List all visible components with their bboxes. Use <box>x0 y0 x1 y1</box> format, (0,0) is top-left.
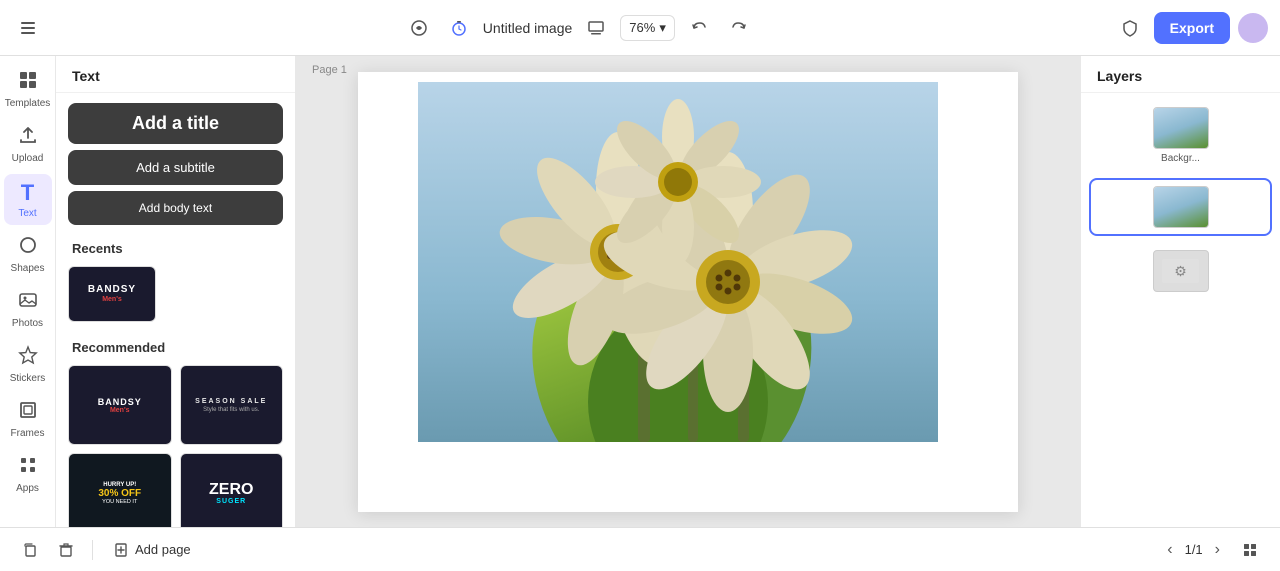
sidebar-item-apps[interactable]: Apps <box>4 449 52 500</box>
toolbar: Untitled image 76% ▾ <box>0 0 1280 56</box>
bottom-bar: Add page ‹ 1/1 › <box>0 527 1280 571</box>
templates-label: Templates <box>5 98 51 109</box>
canvas-image[interactable] <box>418 82 938 442</box>
text-icon: T <box>21 180 34 206</box>
export-button[interactable]: Export <box>1154 12 1230 44</box>
shapes-icon <box>18 235 38 261</box>
menu-icon-button[interactable] <box>12 12 44 44</box>
zoom-control[interactable]: 76% ▾ <box>620 15 675 41</box>
sidebar-item-frames[interactable]: Frames <box>4 394 52 445</box>
rec-bandsy2-text: BANDSY Men's <box>98 397 142 414</box>
frames-icon <box>18 400 38 426</box>
templates-icon <box>18 70 38 96</box>
shapes-label: Shapes <box>11 263 45 274</box>
page-label: Page 1 <box>312 64 347 76</box>
apps-label: Apps <box>16 483 39 494</box>
canvas-area: Page 1 <box>296 56 1080 527</box>
sidebar-item-shapes[interactable]: Shapes <box>4 229 52 280</box>
upload-label: Upload <box>12 153 44 164</box>
page-nav: ‹ 1/1 › <box>1163 537 1224 563</box>
stickers-label: Stickers <box>10 373 46 384</box>
doc-title: Untitled image <box>483 20 573 36</box>
layers-content: Backgr... ⚙ <box>1081 93 1280 306</box>
avatar <box>1238 13 1268 43</box>
text-label: Text <box>18 208 36 219</box>
apps-icon <box>18 455 38 481</box>
layout-icon-button[interactable] <box>580 12 612 44</box>
add-body-button[interactable]: Add body text <box>68 191 283 225</box>
add-page-label: Add page <box>135 542 191 557</box>
undo-button[interactable] <box>683 12 715 44</box>
layer-thumbnail-background <box>1153 107 1209 149</box>
toolbar-left <box>12 12 44 44</box>
next-page-button[interactable]: › <box>1211 537 1224 563</box>
main-area: Templates Upload T Text Shapes <box>0 56 1280 527</box>
layer-item-background[interactable]: Backgr... <box>1089 101 1272 170</box>
photos-label: Photos <box>12 318 43 329</box>
add-page-button[interactable]: Add page <box>105 538 199 562</box>
magic-icon-button[interactable] <box>403 12 435 44</box>
rec-item-season[interactable]: SEASON SALE Style that fits with us. <box>180 365 284 445</box>
layer-label-background: Backgr... <box>1161 153 1200 164</box>
zoom-level: 76% <box>629 20 655 35</box>
bottom-separator <box>92 540 93 560</box>
recent-item-bandsy[interactable]: BANDSY Men's <box>68 266 156 322</box>
sidebar-item-stickers[interactable]: Stickers <box>4 339 52 390</box>
text-panel: Text Add a title Add a subtitle Add body… <box>56 56 296 527</box>
rec-item-hurry[interactable]: HURRY UP! 30% OFF YOU NEED IT <box>68 453 172 527</box>
page-count: 1/1 <box>1185 542 1203 557</box>
sidebar-item-upload[interactable]: Upload <box>4 119 52 170</box>
grid-icon-button[interactable] <box>1236 536 1264 564</box>
shield-icon-button[interactable] <box>1114 12 1146 44</box>
timer-icon-button[interactable] <box>443 12 475 44</box>
photos-icon <box>18 290 38 316</box>
recommended-grid: BANDSY Men's SEASON SALE Style that fits… <box>56 361 295 527</box>
layers-panel: Layers Backgr... ⚙ <box>1080 56 1280 527</box>
layer-item-icon[interactable]: ⚙ <box>1089 244 1272 298</box>
frames-label: Frames <box>11 428 45 439</box>
rec-hurry-text: HURRY UP! 30% OFF YOU NEED IT <box>98 482 141 505</box>
rec-item-zero[interactable]: ZERO SUGER <box>180 453 284 527</box>
layer-thumbnail-image <box>1153 186 1209 228</box>
copy-icon-button[interactable] <box>16 536 44 564</box>
text-panel-title: Text <box>56 56 295 93</box>
rec-season-text: SEASON SALE Style that fits with us. <box>195 398 267 413</box>
recents-title: Recents <box>56 231 295 262</box>
recommended-title: Recommended <box>56 330 295 361</box>
recents-row: BANDSY Men's <box>56 262 295 330</box>
rec-item-bandsy2[interactable]: BANDSY Men's <box>68 365 172 445</box>
zoom-chevron-icon: ▾ <box>659 20 666 36</box>
sidebar-item-photos[interactable]: Photos <box>4 284 52 335</box>
layer-thumbnail-icon: ⚙ <box>1153 250 1209 292</box>
add-subtitle-button[interactable]: Add a subtitle <box>68 150 283 185</box>
sidebar-item-templates[interactable]: Templates <box>4 64 52 115</box>
toolbar-center: Untitled image 76% ▾ <box>52 12 1106 44</box>
layers-title: Layers <box>1081 56 1280 93</box>
add-title-button[interactable]: Add a title <box>68 103 283 144</box>
toolbar-right: Export <box>1114 12 1268 44</box>
icon-sidebar: Templates Upload T Text Shapes <box>0 56 56 527</box>
flower-svg <box>418 82 938 442</box>
layer-item-image[interactable] <box>1089 178 1272 236</box>
prev-page-button[interactable]: ‹ <box>1163 537 1176 563</box>
recent-bandsy-text: BANDSY Men's <box>88 284 136 304</box>
canvas-page[interactable] <box>358 72 1018 512</box>
upload-icon <box>18 125 38 151</box>
redo-button[interactable] <box>723 12 755 44</box>
stickers-icon <box>18 345 38 371</box>
rec-zero-text: ZERO SUGER <box>209 482 253 505</box>
sidebar-item-text[interactable]: T Text <box>4 174 52 225</box>
delete-icon-button[interactable] <box>52 536 80 564</box>
